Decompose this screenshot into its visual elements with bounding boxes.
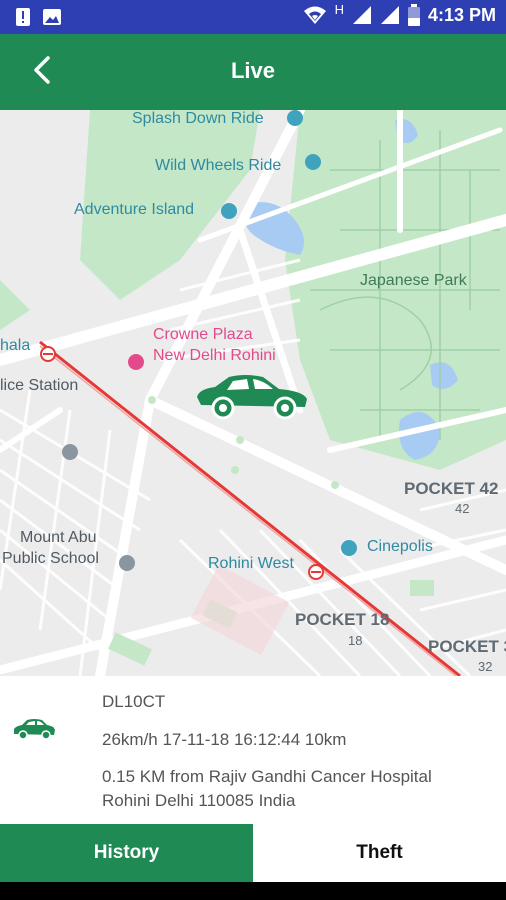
map-label: Cinepolis (367, 538, 433, 555)
vehicle-number: DL10CT (102, 692, 166, 711)
car-icon (14, 719, 55, 740)
theft-button[interactable]: Theft (253, 824, 506, 882)
status-bar: H 4:13 PM (0, 0, 506, 34)
park-area (410, 580, 434, 596)
image-icon (43, 9, 61, 25)
poi-school-icon (119, 555, 135, 571)
poi-hotel-icon (128, 354, 144, 370)
metro-station-icon (308, 564, 324, 580)
map-label: POCKET 42 (404, 479, 499, 498)
wifi-icon (303, 6, 326, 24)
battery-icon (407, 4, 420, 26)
map-label: Crowne Plaza (153, 326, 253, 343)
map-label: Adventure Island (74, 201, 195, 218)
map-label: Mount Abu (20, 529, 97, 546)
map-label: Japanese Park (360, 272, 467, 289)
poi-amusement-icon (305, 154, 321, 170)
map-label: Splash Down Ride (132, 110, 264, 127)
map-label: 18 (348, 633, 363, 648)
system-nav-bar (0, 882, 506, 900)
bottom-tabs: History Theft (0, 824, 506, 882)
metro-station-icon (40, 346, 56, 362)
poi-amusement-icon (221, 203, 237, 219)
vehicle-speed-line: 26km/h 17-11-18 16:12:44 10km (102, 730, 347, 749)
map-label: 32 (478, 659, 493, 674)
map-label: POCKET 3 (428, 637, 506, 656)
history-button[interactable]: History (0, 824, 253, 882)
signal-icon (352, 6, 371, 24)
clock: 4:13 PM (427, 4, 496, 25)
app-bar: Live (0, 34, 506, 110)
page-title: Live (230, 58, 276, 83)
poi-amusement-icon (287, 110, 303, 126)
network-type-label: H (334, 1, 344, 17)
signal-icon (380, 6, 399, 24)
alert-icon (16, 8, 30, 26)
map-label: Wild Wheels Ride (155, 157, 282, 174)
map-label: hala (0, 337, 31, 354)
poi-cinema-icon (341, 540, 357, 556)
map-label: 42 (455, 501, 470, 516)
vehicle-address-line2: Rohini Delhi 110085 India (102, 791, 296, 810)
map-label: lice Station (0, 377, 79, 394)
vehicle-address-line1: 0.15 KM from Rajiv Gandhi Cancer Hospita… (102, 767, 432, 786)
map-view[interactable]: Splash Down Ride Wild Wheels Ride Advent… (0, 110, 506, 676)
poi-police-icon (62, 444, 78, 460)
map-label: POCKET 18 (295, 610, 390, 629)
map-label: New Delhi Rohini (153, 347, 276, 364)
map-label: Rohini West (208, 555, 294, 572)
map-label: Public School (2, 550, 99, 567)
vehicle-info-panel: DL10CT 26km/h 17-11-18 16:12:44 10km 0.1… (0, 676, 506, 824)
